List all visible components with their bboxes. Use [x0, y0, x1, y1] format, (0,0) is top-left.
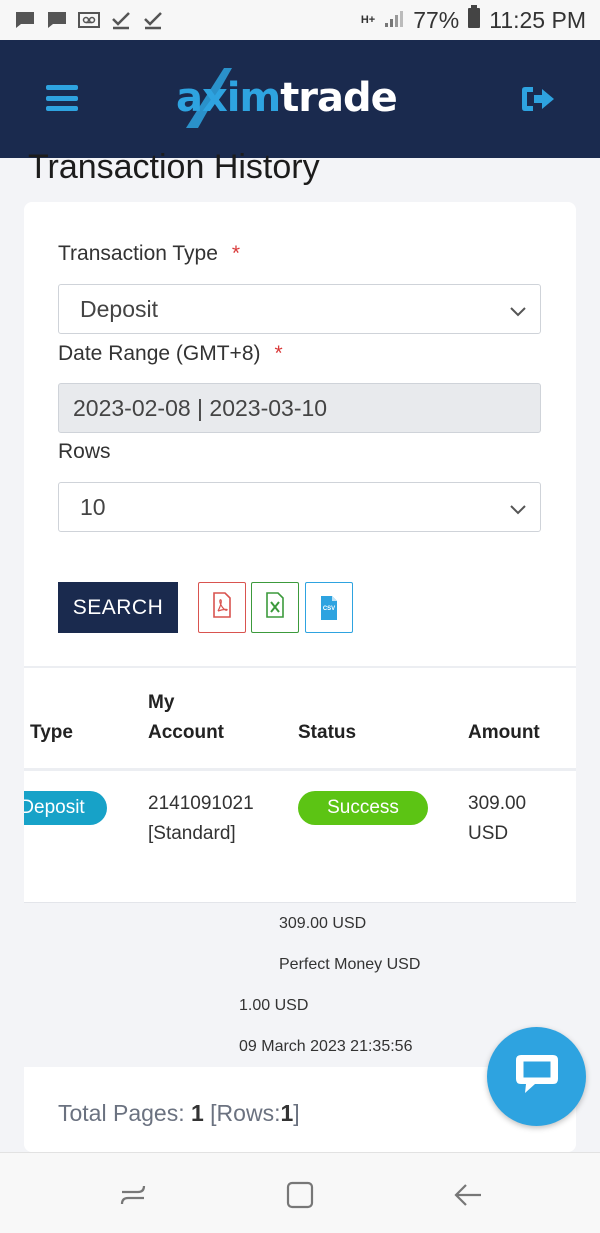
chevron-down-icon: [510, 494, 526, 521]
rows-suffix: ]: [293, 1100, 300, 1126]
table-header-divider: [24, 768, 576, 771]
status-bar: H+ 77% 11:25 PM: [0, 0, 600, 40]
details-divider: [24, 902, 576, 903]
status-badge: Success: [298, 791, 428, 825]
logo-text-secondary: trade: [280, 75, 398, 121]
transaction-type-label-text: Transaction Type: [58, 242, 218, 265]
system-navigation-bar: [0, 1152, 600, 1233]
message-icon: [14, 9, 36, 31]
amount-currency: USD: [468, 823, 509, 844]
system-status: H+ 77% 11:25 PM: [361, 5, 586, 35]
column-header-account-line1: My: [148, 692, 175, 713]
detail-datetime: 09 March 2023 21:35:56: [239, 1038, 413, 1055]
detail-fee: 1.00 USD: [239, 997, 309, 1014]
date-range-value: 2023-02-08 | 2023-03-10: [73, 394, 328, 421]
account-number: 2141091021: [148, 793, 254, 814]
battery-percent: 77%: [413, 6, 460, 33]
pagination-summary: Total Pages: 1 [Rows:1]: [58, 1100, 300, 1127]
column-header-type: Type: [30, 722, 73, 743]
rows-label: Rows: [58, 440, 111, 463]
pagination-label: Total Pages:: [58, 1100, 185, 1126]
rows-value: 10: [80, 493, 106, 520]
detail-method: Perfect Money USD: [279, 956, 421, 973]
check-icon: [142, 9, 164, 31]
column-header-status: Status: [298, 722, 357, 743]
type-cell: Deposit: [24, 790, 108, 826]
logo-text-primary: axim: [176, 75, 281, 121]
transaction-type-value: Deposit: [80, 295, 158, 322]
type-badge: Deposit: [24, 791, 107, 825]
rows-select[interactable]: 10: [58, 482, 541, 532]
chevron-down-icon: [510, 296, 526, 323]
required-mark: *: [231, 242, 241, 265]
column-header-amount: Amount: [468, 722, 540, 743]
clock: 11:25 PM: [489, 6, 586, 33]
export-csv-button[interactable]: csv: [305, 582, 353, 633]
check-icon: [110, 9, 132, 31]
excel-file-icon: [265, 592, 285, 623]
page-title: Transaction History: [28, 148, 320, 186]
csv-file-icon: csv: [319, 595, 339, 621]
required-mark: *: [274, 342, 283, 365]
hamburger-menu-icon[interactable]: [46, 82, 78, 114]
column-header-account-line2: Account: [148, 722, 224, 743]
app-header: aximtrade: [0, 40, 600, 158]
message-icon: [46, 9, 68, 31]
rows-prefix: [Rows:: [210, 1100, 281, 1126]
voicemail-icon: [78, 9, 100, 31]
recent-apps-icon[interactable]: [113, 1175, 153, 1215]
transaction-details: 309.00 USD Perfect Money USD 1.00 USD 09…: [24, 902, 576, 1067]
total-pages: 1: [190, 1100, 204, 1126]
brand-logo[interactable]: aximtrade: [176, 68, 398, 128]
notification-icons: [14, 9, 164, 31]
amount-value: 309.00: [468, 793, 527, 814]
logout-icon[interactable]: [520, 84, 556, 114]
chat-bubble-icon: [513, 1051, 561, 1102]
date-range-label-text: Date Range (GMT+8): [58, 342, 261, 365]
transaction-filter-card: Transaction Type * Deposit Date Range (GM…: [24, 202, 576, 1152]
transaction-type-select[interactable]: Deposit: [58, 284, 541, 334]
export-pdf-button[interactable]: [198, 582, 246, 633]
transaction-type-label: Transaction Type *: [58, 242, 240, 266]
chat-support-button[interactable]: [487, 1027, 586, 1126]
table-top-divider: [24, 666, 576, 668]
detail-amount: 309.00 USD: [279, 915, 367, 932]
account-type: [Standard]: [148, 823, 236, 844]
signal-icon: [383, 7, 405, 34]
search-button[interactable]: SEARCH: [58, 582, 178, 633]
csv-icon-text: csv: [322, 605, 336, 612]
battery-icon: [467, 5, 481, 35]
total-rows: 1: [280, 1100, 294, 1126]
back-icon[interactable]: [448, 1175, 488, 1215]
pdf-file-icon: [212, 592, 232, 623]
date-range-label: Date Range (GMT+8) *: [58, 342, 283, 366]
date-range-input[interactable]: 2023-02-08 | 2023-03-10: [58, 383, 541, 433]
export-excel-button[interactable]: [251, 582, 299, 633]
home-icon[interactable]: [280, 1175, 320, 1215]
network-type: H+: [360, 14, 376, 26]
